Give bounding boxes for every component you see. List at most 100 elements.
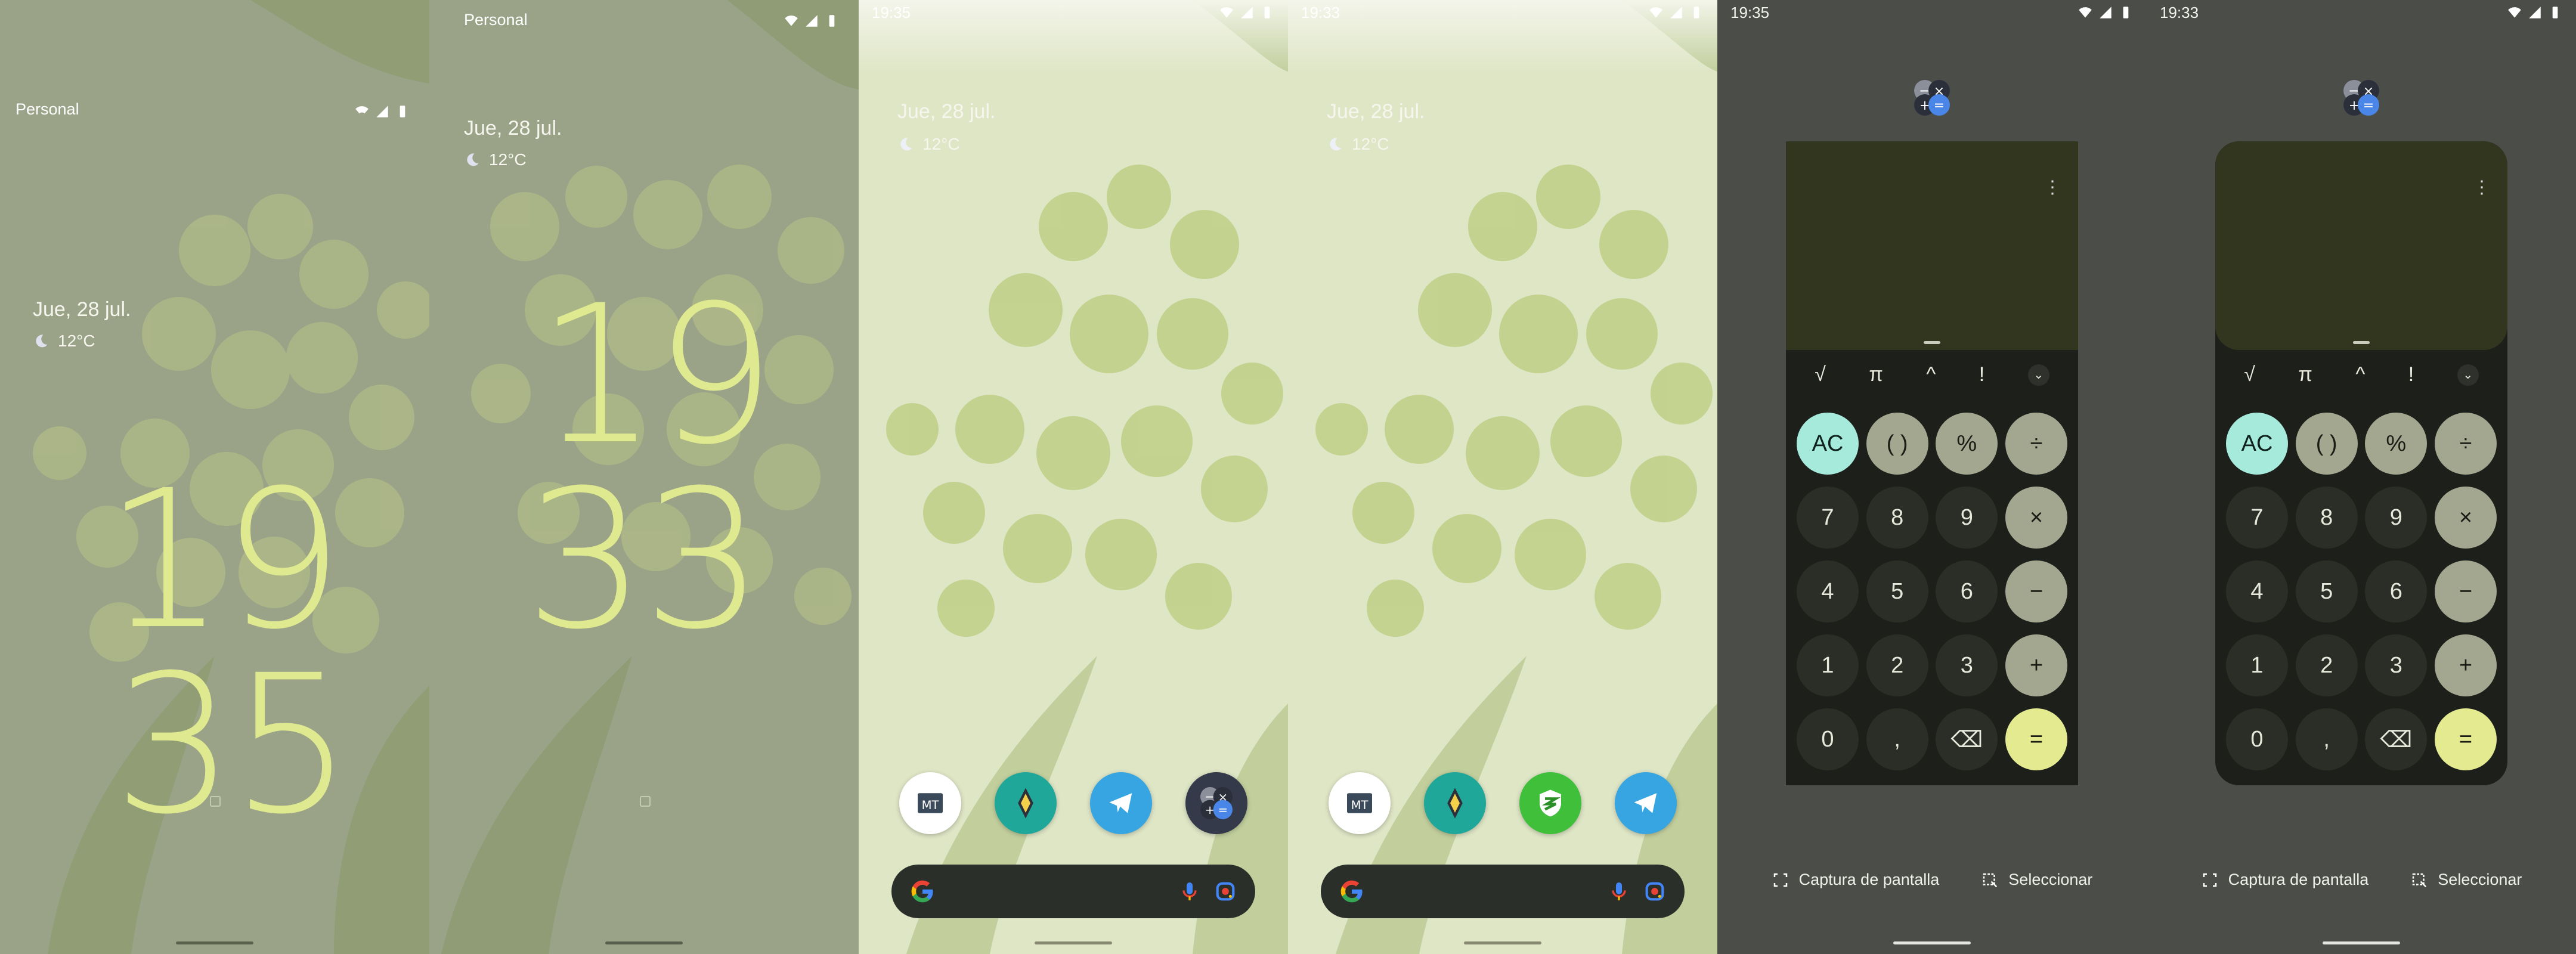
key-3[interactable]: 3 [1936, 634, 1998, 696]
calculator-app-icon[interactable]: − × + = [1185, 772, 1247, 834]
battery-icon [829, 15, 835, 27]
key-0[interactable]: 0 [2226, 708, 2288, 770]
green-shield-app-icon[interactable] [1519, 772, 1581, 834]
decimal-key[interactable]: , [2295, 708, 2358, 770]
minus-key[interactable]: − [2005, 560, 2067, 622]
google-logo-icon [1340, 880, 1363, 903]
key-8[interactable]: 8 [2295, 487, 2358, 549]
wifi-icon [2079, 7, 2092, 18]
equals-key[interactable]: = [2434, 708, 2497, 770]
lens-icon[interactable] [1213, 879, 1237, 903]
scientific-row: √ π ^ ! ⌄ [1786, 363, 2078, 386]
key-1[interactable]: 1 [2226, 634, 2288, 696]
mic-icon[interactable] [1607, 879, 1631, 903]
gesture-bar[interactable] [176, 941, 253, 944]
key-3[interactable]: 3 [2365, 634, 2428, 696]
moon-icon [1330, 138, 1342, 151]
sqrt-key[interactable]: √ [1815, 363, 1826, 386]
date-label: Jue, 28 jul. [1327, 100, 1425, 123]
display-handle[interactable] [1924, 341, 1940, 344]
percent-key[interactable]: % [1936, 413, 1998, 475]
lock-icon [210, 796, 221, 807]
divide-key[interactable]: ÷ [2005, 413, 2067, 475]
telegram-app-icon[interactable] [1090, 772, 1152, 834]
lockscreen-panel-1: Personal Jue, 28 jul. 12°C 19 35 [0, 0, 429, 954]
plus-key[interactable]: + [2434, 634, 2497, 696]
gesture-bar[interactable] [2323, 941, 2400, 944]
select-icon [1983, 873, 1998, 887]
backspace-key[interactable]: ⌫ [2365, 708, 2428, 770]
signal-icon [806, 15, 818, 27]
equals-key[interactable]: = [2005, 708, 2067, 770]
factorial-key[interactable]: ! [2408, 363, 2414, 386]
mt-manager-app-icon[interactable]: MT [899, 772, 961, 834]
key-2[interactable]: 2 [1866, 634, 1928, 696]
key-4[interactable]: 4 [2226, 560, 2288, 622]
key-6[interactable]: 6 [1936, 560, 1998, 622]
decimal-key[interactable]: , [1866, 708, 1928, 770]
temperature: 12°C [1352, 135, 1389, 153]
multiply-key[interactable]: × [2005, 487, 2067, 549]
mic-icon[interactable] [1178, 879, 1202, 903]
calculator-task-card[interactable]: ⋮ √ π ^ ! ⌄ AC ( ) % ÷ 7 8 9 × 4 5 6 − 1… [2215, 141, 2507, 785]
key-6[interactable]: 6 [2365, 560, 2428, 622]
signal-icon [1241, 7, 1253, 18]
key-8[interactable]: 8 [1866, 487, 1928, 549]
pi-key[interactable]: π [1869, 363, 1883, 386]
clear-key[interactable]: AC [2226, 413, 2288, 475]
key-9[interactable]: 9 [2365, 487, 2428, 549]
power-key[interactable]: ^ [1926, 363, 1936, 386]
clock-hours: 19 [104, 450, 343, 671]
percent-key[interactable]: % [2365, 413, 2428, 475]
gesture-bar[interactable] [605, 941, 683, 944]
recents-panel-2: 19:33 − × + = ⋮ √ π ^ ! ⌄ AC () % ÷ 7 8… [2147, 0, 2576, 954]
key-0[interactable]: 0 [1797, 708, 1859, 770]
battery-icon [400, 106, 405, 117]
key-4[interactable]: 4 [1797, 560, 1859, 622]
gesture-bar[interactable] [1893, 941, 1971, 944]
pi-key[interactable]: π [2298, 363, 2312, 386]
sqrt-key[interactable]: √ [2244, 363, 2255, 386]
display-handle[interactable] [2353, 341, 2370, 344]
expand-chevron-icon[interactable]: ⌄ [2457, 364, 2479, 386]
backspace-key[interactable]: ⌫ [1936, 708, 1998, 770]
key-2[interactable]: 2 [2295, 634, 2358, 696]
key-1[interactable]: 1 [1797, 634, 1859, 696]
google-search-bar[interactable] [891, 865, 1255, 918]
more-options-icon[interactable]: ⋮ [2044, 177, 2061, 198]
calculator-task-card[interactable]: ⋮ √ π ^ ! ⌄ AC ( ) % ÷ 7 8 9 × 4 5 6 − 1… [1786, 141, 2078, 785]
parentheses-key[interactable]: ( ) [2295, 413, 2358, 475]
lens-icon[interactable] [1643, 879, 1667, 903]
factorial-key[interactable]: ! [1979, 363, 1984, 386]
google-search-bar[interactable] [1321, 865, 1685, 918]
parentheses-key[interactable]: ( ) [1866, 413, 1928, 475]
calculator-app-icon[interactable]: − × + = [2337, 74, 2385, 122]
mt-manager-app-icon[interactable]: MT [1329, 772, 1391, 834]
screenshot-button[interactable]: Captura de pantalla [1772, 871, 1939, 889]
temperature: 12°C [58, 332, 95, 350]
telegram-app-icon[interactable] [1615, 772, 1677, 834]
key-5[interactable]: 5 [2295, 560, 2358, 622]
key-7[interactable]: 7 [1797, 487, 1859, 549]
screenshot-button[interactable]: Captura de pantalla [2201, 871, 2368, 889]
more-options-icon[interactable]: ⋮ [2473, 177, 2491, 198]
clear-key[interactable]: AC [1797, 413, 1859, 475]
calculator-app-icon[interactable]: − × + = [1908, 74, 1956, 122]
magisk-app-icon[interactable] [995, 772, 1057, 834]
divide-key[interactable]: ÷ [2434, 413, 2497, 475]
gesture-bar[interactable] [1464, 941, 1541, 944]
svg-text:MT: MT [922, 798, 940, 812]
key-5[interactable]: 5 [1866, 560, 1928, 622]
select-button[interactable]: Seleccionar [1981, 871, 2092, 889]
minus-key[interactable]: − [2434, 560, 2497, 622]
plus-key[interactable]: + [2005, 634, 2067, 696]
select-button[interactable]: Seleccionar [2410, 871, 2522, 889]
gesture-bar[interactable] [1035, 941, 1112, 944]
key-7[interactable]: 7 [2226, 487, 2288, 549]
magisk-app-icon[interactable] [1424, 772, 1486, 834]
power-key[interactable]: ^ [2355, 363, 2365, 386]
expand-chevron-icon[interactable]: ⌄ [2027, 364, 2049, 386]
multiply-key[interactable]: × [2434, 487, 2497, 549]
scientific-row: √ π ^ ! ⌄ [2215, 363, 2507, 386]
key-9[interactable]: 9 [1936, 487, 1998, 549]
